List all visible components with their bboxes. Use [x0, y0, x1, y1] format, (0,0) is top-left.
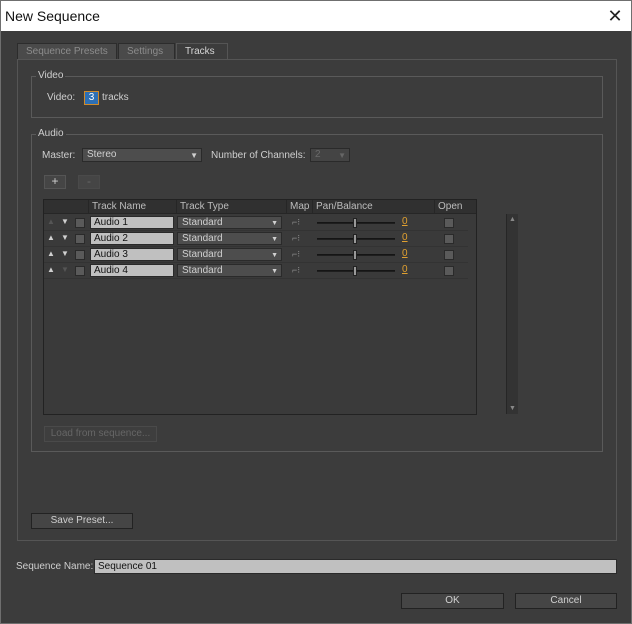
track-type-value: Standard — [182, 233, 223, 244]
track-name-input[interactable]: Audio 2 — [90, 232, 174, 245]
move-up-icon[interactable]: ▲ — [47, 265, 55, 274]
ok-button[interactable]: OK — [401, 593, 504, 609]
track-type-dropdown[interactable]: Standard ▼ — [177, 248, 282, 261]
remove-track-button[interactable]: - — [78, 175, 100, 189]
open-checkbox[interactable] — [444, 266, 454, 276]
master-dropdown[interactable]: Stereo ▼ — [82, 148, 202, 162]
move-down-icon: ▼ — [61, 265, 69, 274]
number-of-channels-label: Number of Channels: — [211, 150, 306, 161]
table-scrollbar[interactable]: ▲ ▼ — [506, 214, 518, 414]
table-row: ▲ ▼ Audio 3 Standard ▼ ⌐⁝ 0 — [44, 247, 468, 263]
table-row: ▲ ▼ Audio 1 Standard ▼ ⌐⁝ 0 — [44, 215, 468, 231]
track-type-value: Standard — [182, 217, 223, 228]
pan-value[interactable]: 0 — [402, 216, 408, 227]
chevron-down-icon: ▼ — [271, 236, 278, 243]
chevron-down-icon: ▼ — [190, 151, 198, 160]
channel-map-icon[interactable]: ⌐⁝ — [292, 265, 300, 276]
audio-tracks-table: Track Name Track Type Map Pan/Balance Op… — [43, 199, 518, 415]
pan-value[interactable]: 0 — [402, 264, 408, 275]
track-checkbox[interactable] — [75, 218, 85, 228]
track-type-dropdown[interactable]: Standard ▼ — [177, 216, 282, 229]
chevron-down-icon: ▼ — [271, 252, 278, 259]
track-name-input[interactable]: Audio 4 — [90, 264, 174, 277]
track-checkbox[interactable] — [75, 234, 85, 244]
master-value: Stereo — [87, 149, 117, 160]
pan-slider-thumb[interactable] — [353, 266, 357, 276]
channels-dropdown[interactable]: 2 ▼ — [310, 148, 350, 162]
move-up-icon: ▲ — [47, 217, 55, 226]
channel-map-icon[interactable]: ⌐⁝ — [292, 217, 300, 228]
move-up-icon[interactable]: ▲ — [47, 233, 55, 242]
track-type-value: Standard — [182, 265, 223, 276]
open-checkbox[interactable] — [444, 234, 454, 244]
track-name-input[interactable]: Audio 1 — [90, 216, 174, 229]
sequence-name-input[interactable]: Sequence 01 — [94, 559, 617, 574]
header-open[interactable]: Open — [434, 200, 466, 214]
chevron-down-icon: ▼ — [271, 268, 278, 275]
open-checkbox[interactable] — [444, 218, 454, 228]
track-type-dropdown[interactable]: Standard ▼ — [177, 264, 282, 277]
tab-sequence-presets[interactable]: Sequence Presets — [17, 43, 117, 60]
video-tracks-unit: tracks — [102, 92, 129, 103]
track-checkbox[interactable] — [75, 266, 85, 276]
save-preset-button[interactable]: Save Preset... — [31, 513, 133, 529]
audio-group-label: Audio — [36, 128, 66, 139]
sequence-name-label: Sequence Name: — [16, 561, 94, 572]
header-track-name[interactable]: Track Name — [88, 200, 176, 214]
track-checkbox[interactable] — [75, 250, 85, 260]
chevron-down-icon: ▼ — [338, 151, 346, 160]
new-sequence-dialog: New Sequence ✕ Sequence Presets Settings… — [0, 0, 632, 624]
track-name-input[interactable]: Audio 3 — [90, 248, 174, 261]
header-pan-balance[interactable]: Pan/Balance — [312, 200, 434, 214]
video-group-label: Video — [36, 70, 66, 81]
pan-slider-thumb[interactable] — [353, 234, 357, 244]
load-from-sequence-button[interactable]: Load from sequence... — [44, 426, 157, 442]
move-up-icon[interactable]: ▲ — [47, 249, 55, 258]
move-down-icon[interactable]: ▼ — [61, 233, 69, 242]
scroll-up-icon[interactable]: ▲ — [509, 216, 516, 223]
open-checkbox[interactable] — [444, 250, 454, 260]
channels-value: 2 — [315, 149, 321, 160]
master-label: Master: — [42, 150, 76, 161]
dialog-title: New Sequence — [5, 8, 100, 24]
header-map[interactable]: Map — [286, 200, 312, 214]
table-header: Track Name Track Type Map Pan/Balance Op… — [44, 200, 476, 214]
track-type-dropdown[interactable]: Standard ▼ — [177, 232, 282, 245]
add-track-button[interactable]: + — [44, 175, 66, 189]
pan-slider-thumb[interactable] — [353, 250, 357, 260]
title-bar: New Sequence ✕ — [1, 1, 631, 31]
move-down-icon[interactable]: ▼ — [61, 217, 69, 226]
pan-value[interactable]: 0 — [402, 248, 408, 259]
scroll-down-icon[interactable]: ▼ — [509, 405, 516, 412]
table-row: ▲ ▼ Audio 2 Standard ▼ ⌐⁝ 0 — [44, 231, 468, 247]
pan-value[interactable]: 0 — [402, 232, 408, 243]
channel-map-icon[interactable]: ⌐⁝ — [292, 233, 300, 244]
move-down-icon[interactable]: ▼ — [61, 249, 69, 258]
close-icon[interactable]: ✕ — [599, 1, 631, 31]
channel-map-icon[interactable]: ⌐⁝ — [292, 249, 300, 260]
header-track-type[interactable]: Track Type — [176, 200, 286, 214]
header-controls — [44, 200, 88, 214]
video-tracks-input[interactable]: 3 — [84, 91, 99, 105]
video-tracks-label: Video: — [47, 92, 76, 103]
table-row: ▲ ▼ Audio 4 Standard ▼ ⌐⁝ 0 — [44, 263, 468, 279]
chevron-down-icon: ▼ — [271, 220, 278, 227]
tab-settings[interactable]: Settings — [118, 43, 175, 60]
cancel-button[interactable]: Cancel — [515, 593, 617, 609]
track-type-value: Standard — [182, 249, 223, 260]
pan-slider-thumb[interactable] — [353, 218, 357, 228]
